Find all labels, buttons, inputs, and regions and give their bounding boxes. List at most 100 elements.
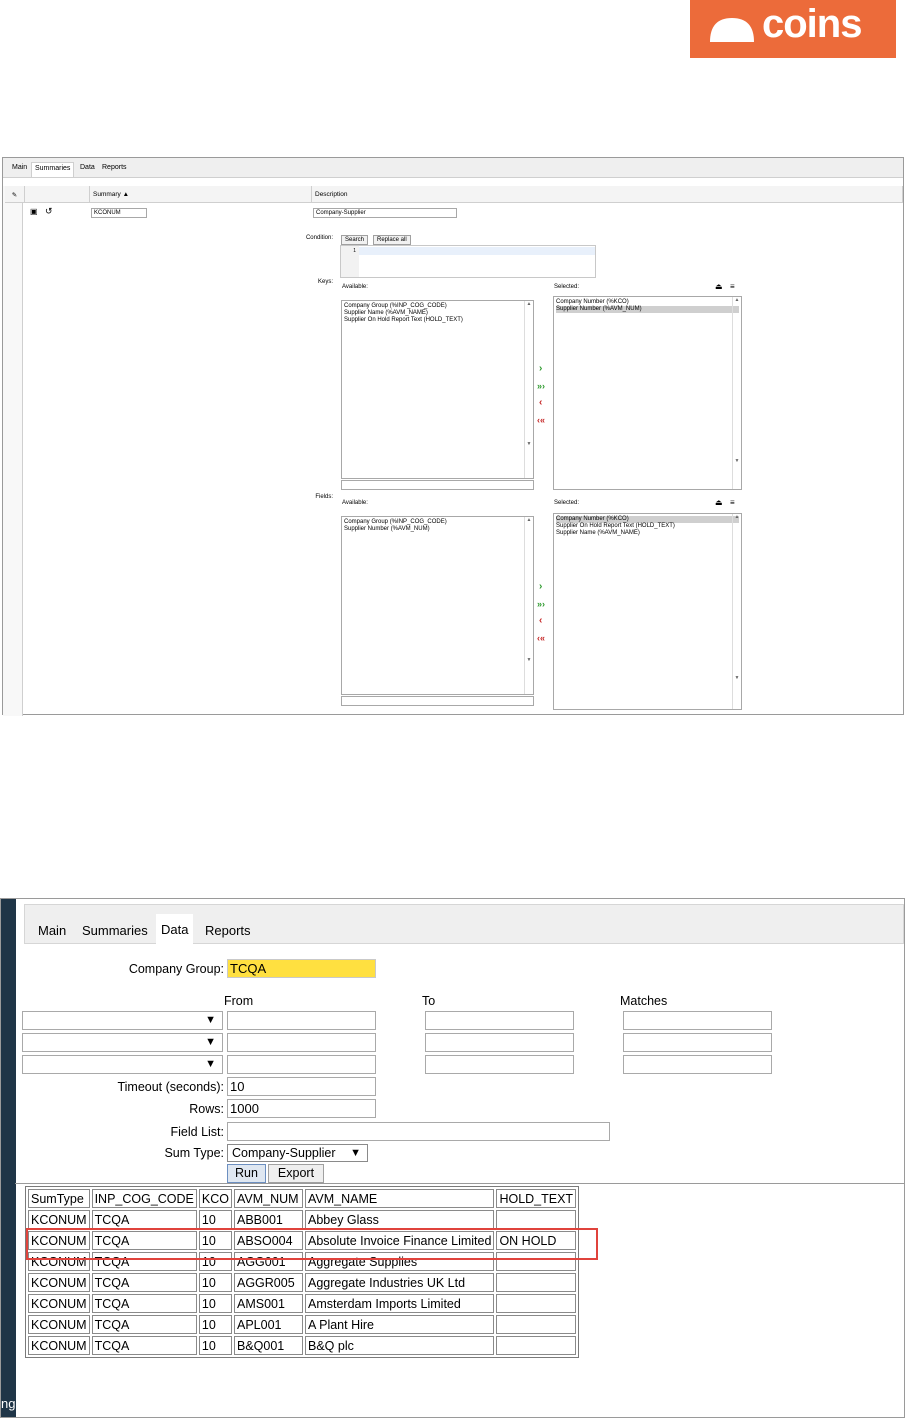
tab-data[interactable]: Data <box>77 162 98 177</box>
export-button[interactable]: Export <box>268 1164 324 1183</box>
condition-label: Condition: <box>305 235 333 241</box>
filter-field-select-2[interactable]: ▼ <box>22 1033 223 1052</box>
move-right-icon[interactable]: › <box>539 364 542 374</box>
scrollbar[interactable]: ▲ ▼ <box>732 297 741 489</box>
tab-reports[interactable]: Reports <box>200 915 256 945</box>
list-item-selected[interactable]: Company Number (%KCO) <box>556 516 739 523</box>
condition-editor[interactable]: 1 <box>340 245 596 278</box>
table-cell: KCONUM <box>28 1210 90 1229</box>
list-item[interactable]: Supplier On Hold Report Text (HOLD_TEXT) <box>556 523 739 530</box>
tab-main[interactable]: Main <box>9 162 30 177</box>
fields-available-label: Available: <box>342 500 368 506</box>
tab-data[interactable]: Data <box>156 914 194 945</box>
save-icon[interactable]: ▣ <box>30 207 38 216</box>
sum-type-select[interactable]: Company-Supplier ▼ <box>227 1144 368 1162</box>
filter-field-select-3[interactable]: ▼ <box>22 1055 223 1074</box>
keys-selected-list[interactable]: Company Number (%KCO) Supplier Number (%… <box>553 296 742 490</box>
table-header-row: SumType INP_COG_CODE KCO AVM_NUM AVM_NAM… <box>28 1189 577 1208</box>
matches-input-2[interactable] <box>623 1033 772 1052</box>
summary-column-header[interactable]: Summary ▲ <box>90 186 312 203</box>
list-item[interactable]: Supplier Name (%AVM_NAME) <box>344 310 531 317</box>
run-button[interactable]: Run <box>227 1164 266 1183</box>
table-cell: KCONUM <box>28 1336 90 1355</box>
line-number: 1 <box>341 246 359 277</box>
move-down-icon[interactable]: ≡ <box>730 282 735 291</box>
move-up-icon[interactable]: ⏏ <box>715 498 723 507</box>
table-cell: Amsterdam Imports Limited <box>305 1294 495 1313</box>
description-column-header[interactable]: Description <box>312 186 903 203</box>
tab-reports[interactable]: Reports <box>99 162 130 177</box>
table-cell: A Plant Hire <box>305 1315 495 1334</box>
keys-available-list[interactable]: Company Group (%INP_COG_CODE) Supplier N… <box>341 300 534 479</box>
list-item[interactable]: Company Number (%KCO) <box>556 299 739 306</box>
from-input-2[interactable] <box>227 1033 376 1052</box>
move-all-right-icon[interactable]: »› <box>537 599 545 609</box>
company-group-label: Company Group: <box>128 962 224 976</box>
results-table: SumType INP_COG_CODE KCO AVM_NUM AVM_NAM… <box>25 1186 580 1358</box>
move-left-icon[interactable]: ‹ <box>539 398 542 408</box>
move-all-left-icon[interactable]: ‹« <box>537 633 545 643</box>
field-list-label: Field List: <box>170 1125 225 1139</box>
replace-all-button[interactable]: Replace all <box>373 235 411 245</box>
from-header: From <box>224 994 254 1008</box>
list-item[interactable]: Supplier Name (%AVM_NAME) <box>556 530 739 537</box>
table-cell: 10 <box>198 1210 232 1229</box>
tab-summaries[interactable]: Summaries <box>31 162 75 177</box>
table-cell: 10 <box>198 1294 232 1313</box>
to-input-2[interactable] <box>425 1033 574 1052</box>
move-down-icon[interactable]: ≡ <box>730 498 735 507</box>
column-header[interactable]: HOLD_TEXT <box>496 1189 577 1208</box>
undo-icon[interactable]: ↺ <box>45 206 53 217</box>
tab-summaries[interactable]: Summaries <box>77 915 153 945</box>
table-cell: TCQA <box>91 1294 197 1313</box>
list-item[interactable]: Supplier Number (%AVM_NUM) <box>344 526 531 533</box>
to-input-1[interactable] <box>425 1011 574 1030</box>
column-header[interactable]: SumType <box>28 1189 90 1208</box>
from-input-3[interactable] <box>227 1055 376 1074</box>
fields-available-list[interactable]: Company Group (%INP_COG_CODE) Supplier N… <box>341 516 534 695</box>
matches-header: Matches <box>620 994 668 1008</box>
fields-selected-list[interactable]: Company Number (%KCO) Supplier On Hold R… <box>553 513 742 710</box>
table-cell: AGGR005 <box>234 1273 303 1292</box>
list-item[interactable]: Company Group (%INP_COG_CODE) <box>344 519 531 526</box>
move-up-icon[interactable]: ⏏ <box>715 282 723 291</box>
field-list-input[interactable] <box>227 1122 610 1141</box>
table-cell <box>496 1210 577 1229</box>
to-input-3[interactable] <box>425 1055 574 1074</box>
tab-main[interactable]: Main <box>33 915 71 945</box>
fields-filter-input[interactable] <box>341 696 534 706</box>
table-cell: TCQA <box>91 1315 197 1334</box>
to-header: To <box>422 994 436 1008</box>
scrollbar[interactable]: ▲ ▼ <box>524 301 533 478</box>
column-header[interactable]: INP_COG_CODE <box>91 1189 197 1208</box>
fields-selected-label: Selected: <box>554 500 580 506</box>
description-input[interactable]: Company-Supplier <box>313 208 457 218</box>
list-item-selected[interactable]: Supplier Number (%AVM_NUM) <box>556 306 739 313</box>
rows-input[interactable]: 1000 <box>227 1099 376 1118</box>
timeout-input[interactable]: 10 <box>227 1077 376 1096</box>
list-item[interactable]: Company Group (%INP_COG_CODE) <box>344 303 531 310</box>
keys-filter-input[interactable] <box>341 480 534 490</box>
from-input-1[interactable] <box>227 1011 376 1030</box>
scrollbar[interactable]: ▲ ▼ <box>524 517 533 694</box>
move-all-right-icon[interactable]: »› <box>537 381 545 391</box>
scrollbar[interactable]: ▲ ▼ <box>732 514 741 709</box>
table-cell: 10 <box>198 1273 232 1292</box>
move-all-left-icon[interactable]: ‹« <box>537 415 545 425</box>
table-cell: TCQA <box>91 1336 197 1355</box>
side-text: ng <box>1 1396 16 1411</box>
column-header[interactable]: AVM_NAME <box>305 1189 495 1208</box>
move-left-icon[interactable]: ‹ <box>539 616 542 626</box>
pin-icon[interactable]: ✎ <box>5 186 25 203</box>
column-header[interactable]: AVM_NUM <box>234 1189 303 1208</box>
company-group-input[interactable]: TCQA <box>227 959 376 978</box>
move-right-icon[interactable]: › <box>539 582 542 592</box>
table-row: KCONUM TCQA 10 AMS001 Amsterdam Imports Limi… <box>28 1294 577 1313</box>
matches-input-1[interactable] <box>623 1011 772 1030</box>
column-header[interactable]: KCO <box>198 1189 232 1208</box>
summary-input[interactable]: KCONUM <box>91 208 147 218</box>
list-item[interactable]: Supplier On Hold Report Text (HOLD_TEXT) <box>344 317 531 324</box>
matches-input-3[interactable] <box>623 1055 772 1074</box>
filter-field-select-1[interactable]: ▼ <box>22 1011 223 1030</box>
search-button[interactable]: Search <box>341 235 369 245</box>
